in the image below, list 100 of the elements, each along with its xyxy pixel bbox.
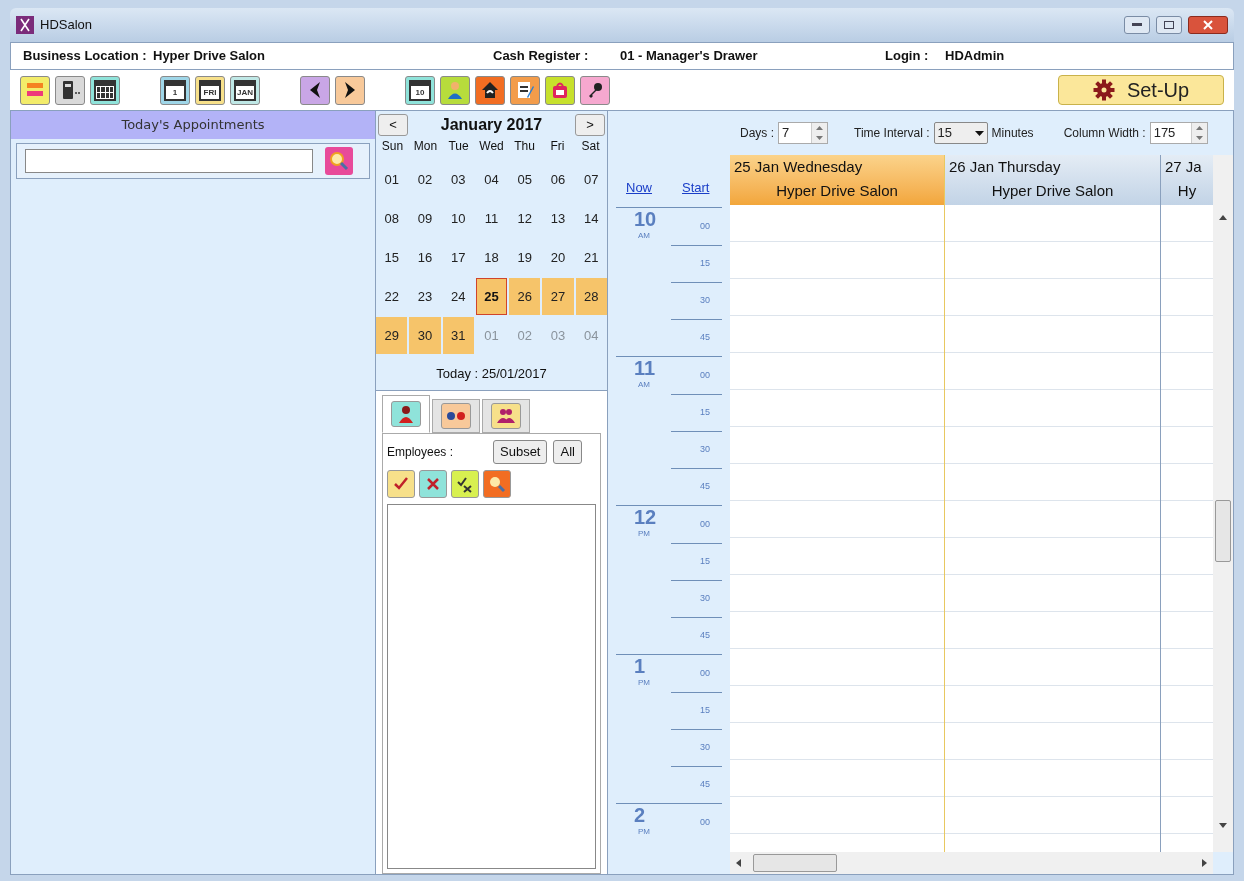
day-column-header[interactable]: 26 Jan Thursday Hyper Drive Salon [945, 155, 1160, 205]
bag-icon [550, 80, 570, 100]
calendar-day[interactable]: 12 [509, 200, 541, 237]
person-button[interactable] [440, 75, 470, 105]
calendar-day[interactable]: 04 [475, 161, 508, 198]
weekday-label: Sat [580, 138, 601, 155]
horizontal-scrollbar[interactable] [730, 852, 1213, 874]
house-button[interactable] [475, 75, 505, 105]
start-link[interactable]: Start [682, 177, 710, 197]
calendar-day[interactable]: 26 [509, 278, 541, 315]
calendar-day[interactable]: 16 [409, 239, 441, 276]
minutes-label: Minutes [991, 125, 1034, 142]
day-column-header[interactable]: 25 Jan Wednesday Hyper Drive Salon [730, 155, 944, 205]
calendar-day[interactable]: 02 [409, 161, 441, 198]
calendar-icon [94, 79, 116, 101]
scroll-left-icon [736, 859, 741, 867]
now-link[interactable]: Now [626, 177, 652, 197]
calendar-day[interactable]: 27 [542, 278, 574, 315]
calendar-day[interactable]: 05 [509, 161, 541, 198]
calendar-day[interactable]: 01 [376, 161, 408, 198]
calendar-button[interactable]: FRI [195, 75, 225, 105]
search-button[interactable] [325, 147, 353, 175]
calendar-button[interactable]: JAN [230, 75, 260, 105]
employee-action-button[interactable] [387, 469, 415, 498]
bag-button[interactable] [545, 75, 575, 105]
calendar-day[interactable]: 14 [575, 200, 607, 237]
calendar-day[interactable]: 31 [442, 317, 474, 354]
calendar-icon-label: FRI [202, 86, 218, 99]
column-width-spinner[interactable]: 175 [1149, 122, 1208, 144]
calendar-button[interactable]: 1 [160, 75, 190, 105]
icon-tab[interactable] [382, 394, 430, 433]
calendar-day[interactable]: 03 [442, 161, 474, 198]
hour-label: 10 [634, 208, 657, 230]
minute-label: 45 [700, 331, 710, 345]
scroll-up-icon [1219, 215, 1227, 220]
calendar-day[interactable]: 20 [542, 239, 574, 276]
minute-label: 30 [700, 741, 710, 755]
caret-icon [974, 130, 984, 136]
calendar-day[interactable]: 13 [542, 200, 574, 237]
calendar-day[interactable]: 29 [376, 317, 408, 354]
calendar-day[interactable]: 22 [376, 278, 408, 315]
icon-tab[interactable] [432, 398, 480, 433]
next-month-button[interactable]: > [575, 114, 605, 136]
filter-button[interactable]: Subset [493, 439, 548, 464]
minimize-icon [1132, 23, 1142, 27]
bars-button[interactable] [20, 75, 50, 105]
calendar-day[interactable]: 11 [475, 200, 508, 237]
weekday-label: Thu [513, 138, 536, 155]
close-button[interactable] [1188, 16, 1228, 34]
scroll-thumb[interactable] [753, 854, 837, 872]
prev-button[interactable] [300, 75, 330, 105]
calendar-day[interactable]: 19 [509, 239, 541, 276]
calendar-day[interactable]: 30 [409, 317, 441, 354]
calendar-day[interactable]: 10 [442, 200, 474, 237]
note-button[interactable] [510, 75, 540, 105]
calendar-day[interactable]: 09 [409, 200, 441, 237]
calendar-day[interactable]: 17 [442, 239, 474, 276]
employee-action-button[interactable] [419, 469, 447, 498]
hour-label: 12 [634, 506, 657, 528]
minimize-button[interactable] [1124, 16, 1150, 34]
period-label: PM [638, 826, 650, 838]
bars-icon [26, 81, 44, 99]
person-icon [391, 400, 421, 427]
filter-button[interactable]: All [553, 439, 582, 464]
calendar-button[interactable] [90, 75, 120, 105]
key-button[interactable] [580, 75, 610, 105]
calendar-day[interactable]: 28 [575, 278, 607, 315]
search-field[interactable] [25, 149, 313, 173]
minute-label: 30 [700, 443, 710, 457]
hour-label: 2 [634, 804, 646, 826]
minute-label: 00 [700, 368, 710, 382]
interval-dropdown[interactable]: 15 [933, 122, 988, 144]
employee-action-button[interactable] [451, 469, 479, 498]
calendar-day[interactable]: 07 [575, 161, 607, 198]
prev-month-button[interactable]: < [378, 114, 408, 136]
calendar-day[interactable]: 18 [475, 239, 508, 276]
scroll-thumb[interactable] [1215, 500, 1231, 562]
calendar-button[interactable]: 10 [405, 75, 435, 105]
period-label: PM [638, 677, 650, 689]
calendar-day[interactable]: 23 [409, 278, 441, 315]
calendar-day[interactable]: 21 [575, 239, 607, 276]
vertical-scrollbar[interactable] [1213, 155, 1233, 852]
register-value: 01 - Manager's Drawer [620, 47, 759, 66]
maximize-button[interactable] [1156, 16, 1182, 34]
employees-label: Employees : [387, 443, 455, 461]
device-button[interactable] [55, 75, 85, 105]
setup-button[interactable]: Set-Up [1058, 75, 1224, 105]
icon-tab[interactable] [482, 398, 530, 433]
next-button[interactable] [335, 75, 365, 105]
calendar-day[interactable]: 24 [442, 278, 474, 315]
period-label: PM [638, 528, 650, 540]
calendar-day[interactable]: 06 [542, 161, 574, 198]
days-spinner[interactable]: 7 [778, 122, 828, 144]
day-column-header[interactable]: 27 Ja Hy [1161, 155, 1213, 205]
calendar-day[interactable]: 15 [376, 239, 408, 276]
calendar-day[interactable]: 25 [475, 278, 508, 315]
calendar-day[interactable]: 08 [376, 200, 408, 237]
close-icon [1203, 20, 1213, 30]
minute-label: 15 [700, 704, 710, 718]
hour-label: 11 [634, 357, 656, 379]
